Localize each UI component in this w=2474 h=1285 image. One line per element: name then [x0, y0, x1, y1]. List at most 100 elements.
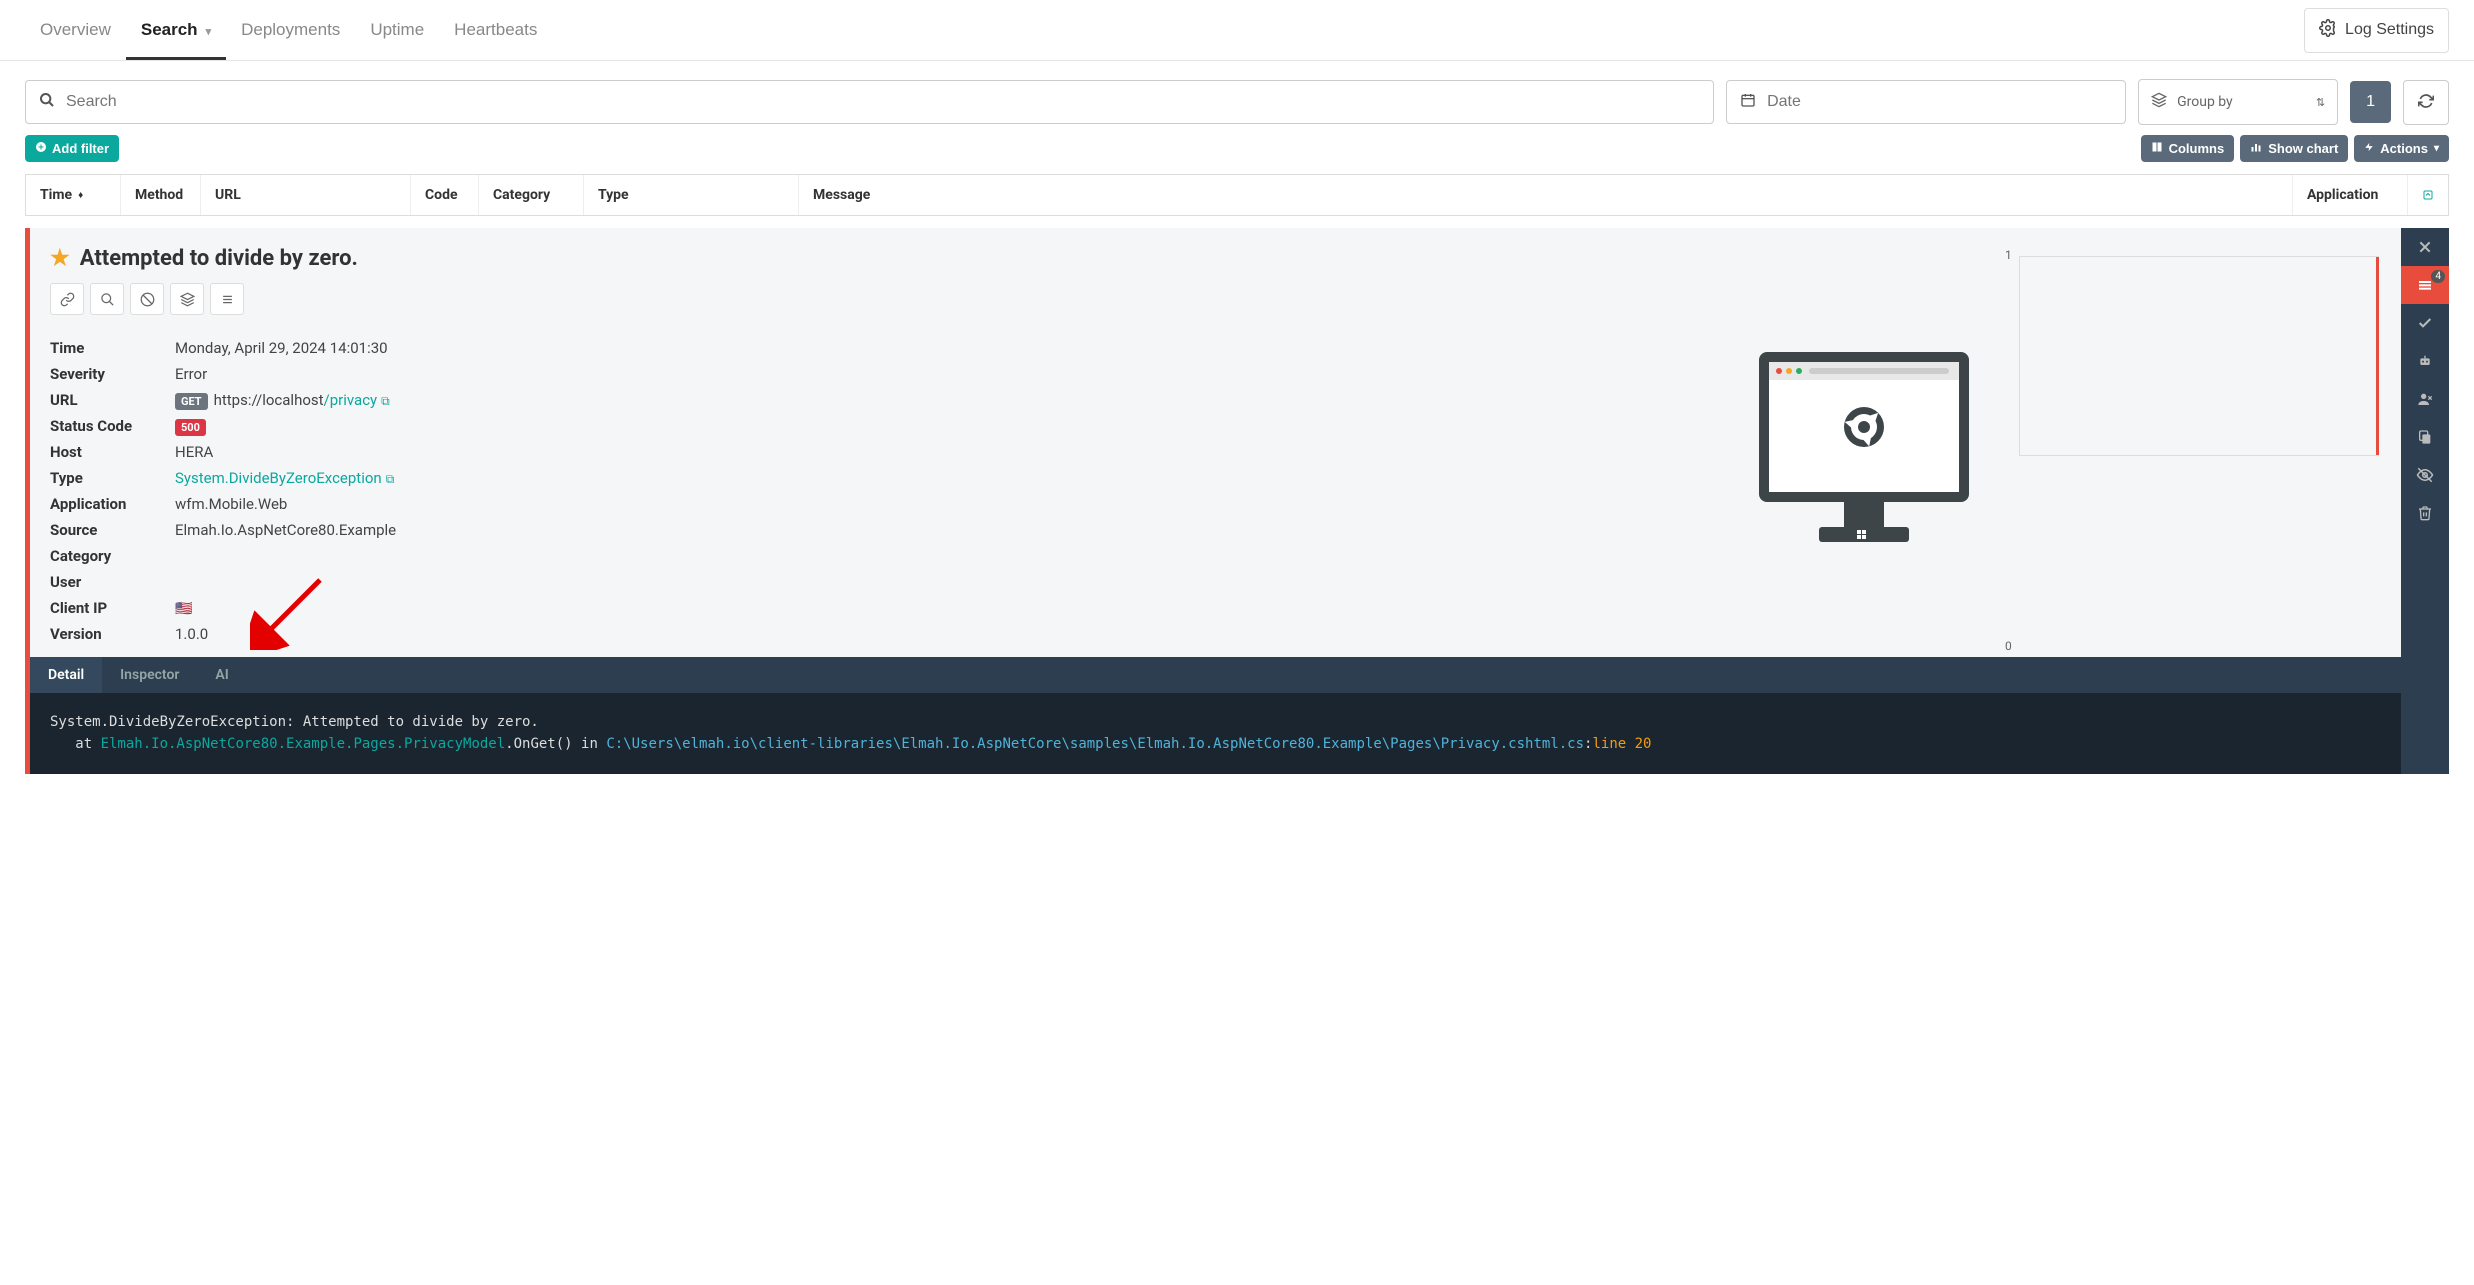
stack-trace: System.DivideByZeroException: Attempted … [30, 693, 2449, 774]
monitor-icon [1749, 342, 1979, 552]
groupby-select[interactable]: Group by ⇅ [2138, 79, 2338, 125]
url-path-link[interactable]: /privacy [324, 391, 378, 409]
ban-icon [140, 292, 155, 307]
log-settings-label: Log Settings [2345, 21, 2434, 39]
tab-overview[interactable]: Overview [25, 0, 126, 60]
gear-icon [2319, 19, 2337, 42]
star-icon[interactable]: ★ [50, 246, 70, 271]
th-message[interactable]: Message [799, 175, 2293, 215]
check-icon [2417, 315, 2433, 331]
stack-file[interactable]: C:\Users\elmah.io\client-libraries\Elmah… [606, 736, 1584, 752]
status-badge: 500 [175, 419, 206, 436]
kv-category-value [175, 547, 1709, 565]
external-link-icon[interactable]: ⧉ [381, 394, 390, 408]
columns-button[interactable]: Columns [2141, 135, 2235, 162]
date-box [1726, 80, 2126, 124]
exception-type-link[interactable]: System.DivideByZeroException [175, 469, 382, 487]
kv-clientip-label: Client IP [50, 599, 175, 617]
external-link-icon[interactable]: ⧉ [386, 472, 395, 486]
panel-actions [50, 283, 1709, 315]
panel-left: ★ Attempted to divide by zero. TimeMonda… [50, 246, 1709, 647]
trash-icon [2417, 505, 2433, 521]
mini-chart-panel: 1 0 [2019, 246, 2429, 647]
result-count[interactable]: 1 [2350, 81, 2391, 123]
kv-host-value: HERA [175, 443, 1709, 461]
add-filter-label: Add filter [52, 141, 109, 156]
th-url[interactable]: URL [201, 175, 411, 215]
top-nav-tabs: Overview Search▾ Deployments Uptime Hear… [25, 0, 552, 60]
th-code[interactable]: Code [411, 175, 479, 215]
eye-off-icon [2416, 466, 2434, 484]
collapse-all-button[interactable] [2408, 175, 2448, 215]
kv-source-label: Source [50, 521, 175, 539]
kv-url-label: URL [50, 391, 175, 409]
th-type[interactable]: Type [584, 175, 799, 215]
tab-search[interactable]: Search▾ [126, 0, 226, 60]
tab-heartbeats[interactable]: Heartbeats [439, 0, 552, 60]
similar-errors-button[interactable]: 4 [2401, 266, 2449, 304]
th-time[interactable]: Time♦ [26, 175, 121, 215]
log-settings-button[interactable]: Log Settings [2304, 8, 2449, 53]
bolt-icon [2364, 141, 2374, 156]
chart-bar [2376, 257, 2379, 455]
kv-time-value: Monday, April 29, 2024 14:01:30 [175, 339, 1709, 357]
kv-time-label: Time [50, 339, 175, 357]
search-icon [100, 292, 115, 307]
calendar-icon [1740, 92, 1756, 112]
groupby-label: Group by [2177, 94, 2233, 110]
chart-y-min: 0 [2005, 639, 2012, 653]
search-input[interactable] [25, 80, 1714, 124]
kv-status-label: Status Code [50, 417, 175, 435]
date-input[interactable] [1726, 80, 2126, 124]
th-application[interactable]: Application [2293, 175, 2408, 215]
tab-deployments[interactable]: Deployments [226, 0, 355, 60]
refresh-button[interactable] [2403, 80, 2449, 125]
user-remove-icon [2417, 391, 2433, 407]
chevron-down-icon: ▾ [2434, 143, 2439, 154]
permalink-button[interactable] [50, 283, 84, 315]
kv-clientip-value: 🇺🇸 [175, 599, 1709, 617]
tab-ai[interactable]: AI [197, 657, 246, 693]
actions-button[interactable]: Actions ▾ [2354, 135, 2449, 162]
close-button[interactable] [2401, 228, 2449, 266]
tab-detail[interactable]: Detail [30, 657, 102, 693]
group-button[interactable] [170, 283, 204, 315]
kv-user-value [175, 573, 1709, 591]
tab-uptime[interactable]: Uptime [355, 0, 439, 60]
show-chart-button[interactable]: Show chart [2240, 135, 2348, 162]
assign-button[interactable] [2401, 380, 2449, 418]
browser-preview [1739, 246, 1989, 647]
copy-button[interactable] [2401, 418, 2449, 456]
kv-version-label: Version [50, 625, 175, 643]
stack-line: line 20 [1592, 736, 1651, 752]
chart-icon [2250, 141, 2262, 156]
kv-severity-label: Severity [50, 365, 175, 383]
hide-button[interactable] [2401, 456, 2449, 494]
mark-fixed-button[interactable] [2401, 304, 2449, 342]
columns-icon [2151, 141, 2163, 156]
bot-button[interactable] [2401, 342, 2449, 380]
list-icon [220, 292, 235, 307]
th-method[interactable]: Method [121, 175, 201, 215]
error-title: Attempted to divide by zero. [80, 246, 358, 271]
kv-version-value: 1.0.0 [175, 625, 1709, 643]
search-similar-button[interactable] [90, 283, 124, 315]
add-filter-button[interactable]: Add filter [25, 135, 119, 162]
delete-button[interactable] [2401, 494, 2449, 532]
plus-icon [35, 141, 47, 156]
sort-icon: ♦ [78, 190, 83, 201]
http-method-badge: GET [175, 393, 208, 410]
tab-inspector[interactable]: Inspector [102, 657, 197, 693]
kv-app-label: Application [50, 495, 175, 513]
stack-class[interactable]: Elmah.Io.AspNetCore80.Example.Pages.Priv… [101, 736, 506, 752]
error-detail-panel: ★ Attempted to divide by zero. TimeMonda… [25, 228, 2449, 774]
th-category[interactable]: Category [479, 175, 584, 215]
list-button[interactable] [210, 283, 244, 315]
layers-icon [180, 292, 195, 307]
ignore-button[interactable] [130, 283, 164, 315]
error-title-row: ★ Attempted to divide by zero. [50, 246, 1709, 271]
detail-tabs: Detail Inspector AI [30, 657, 2449, 693]
copy-icon [2417, 429, 2433, 445]
mini-chart [2019, 256, 2379, 456]
kv-url-value: GEThttps://localhost/privacy⧉ [175, 391, 1709, 409]
